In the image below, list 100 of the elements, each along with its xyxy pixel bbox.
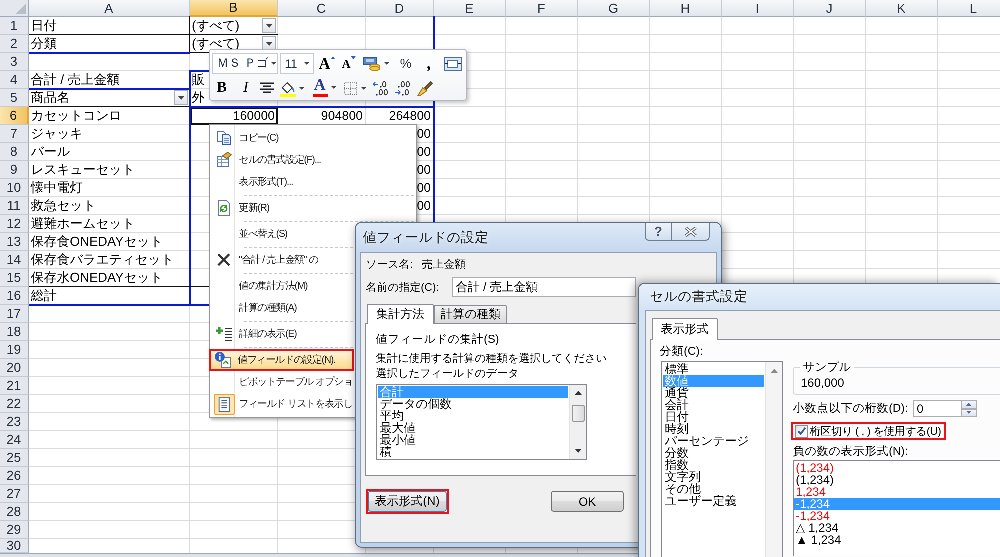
list-item[interactable]: 標準 [663,363,764,375]
list-item[interactable]: 通貨 [663,387,764,399]
menu-item[interactable]: セルの書式設定(F)... [212,149,414,171]
list-item[interactable]: 平均 [378,410,568,422]
row-header[interactable]: 1 [0,17,29,35]
list-item[interactable]: 指数 [663,459,764,471]
row-header[interactable]: 28 [0,503,29,521]
row-header[interactable]: 21 [0,377,29,395]
list-item[interactable]: ユーザー定義 [663,495,764,507]
row-header[interactable]: 8 [0,143,29,161]
list-item[interactable]: (1,234) [794,474,1000,486]
list-item[interactable]: 文字列 [663,471,764,483]
percent-style-button[interactable]: % [396,53,416,74]
tab[interactable]: 計算の種類 [434,305,507,323]
row-header[interactable]: 15 [0,269,29,287]
column-header[interactable]: F [506,0,578,17]
row-header[interactable]: 4 [0,71,29,89]
row-header[interactable]: 26 [0,467,29,485]
menu-item[interactable]: 更新(R) [212,197,414,219]
row-header[interactable]: 13 [0,233,29,251]
checkbox-label[interactable]: 桁区切り ( , ) を使用する(U) [810,424,942,438]
row-header[interactable]: 9 [0,161,29,179]
grow-font-button[interactable]: A [317,53,337,74]
list-item[interactable]: -1,234 [794,510,1000,522]
list-item[interactable]: 日付 [663,411,764,423]
scrollbar[interactable] [569,385,586,459]
column-header[interactable]: H [650,0,722,17]
column-header[interactable]: I [722,0,794,17]
row-header[interactable]: 29 [0,521,29,539]
row-header[interactable]: 14 [0,251,29,269]
menu-item[interactable]: 表示形式(T)... [212,171,414,193]
cell-value: 00 [417,180,431,196]
list-item[interactable]: (1,234) [794,462,1000,474]
row-header[interactable]: 2 [0,35,29,53]
decrease-decimal-icon [395,80,411,96]
font-size-dropdown[interactable]: 11 [280,53,314,74]
list-item[interactable]: 最大値 [378,422,568,434]
row-header[interactable]: 6 [0,107,29,125]
column-header[interactable]: G [578,0,650,17]
column-header[interactable]: J [794,0,866,17]
row-header[interactable]: 3 [0,53,29,71]
row-header[interactable]: 10 [0,179,29,197]
italic-button[interactable]: I [236,78,256,99]
dialog-button[interactable]: 表示形式(N) [368,491,447,512]
row-header[interactable]: 30 [0,539,29,553]
row-header[interactable]: 12 [0,215,29,233]
bold-button[interactable]: B [212,78,232,99]
list-item[interactable]: 分数 [663,447,764,459]
list-item[interactable]: パーセンテージ [663,435,764,447]
list-item[interactable]: 時刻 [663,423,764,435]
column-header[interactable]: E [434,0,506,17]
row-header[interactable]: 27 [0,485,29,503]
row-header[interactable]: 11 [0,197,29,215]
dialog-button[interactable]: OK [551,491,624,512]
dropdown-button[interactable] [262,18,276,33]
list-item[interactable]: 最小値 [378,434,568,446]
shrink-font-button[interactable]: A [339,53,359,74]
scroll-thumb[interactable] [572,404,584,422]
row-header[interactable]: 16 [0,287,29,305]
spin-up-button[interactable] [961,400,977,408]
list-item[interactable]: データの個数 [378,398,568,410]
font-name-dropdown[interactable]: ＭＳ Ｐゴ [212,53,278,74]
menu-item[interactable]: コピー(C) [212,127,414,149]
scrollbar[interactable] [765,362,782,557]
comma-style-button[interactable]: , [420,53,438,74]
checkbox[interactable] [795,424,808,438]
column-header[interactable]: B [190,0,278,17]
tab[interactable]: 集計方法 [367,304,434,324]
tab[interactable]: 表示形式 [652,318,718,340]
row-header[interactable]: 24 [0,431,29,449]
row-header[interactable]: 20 [0,359,29,377]
row-header[interactable]: 23 [0,413,29,431]
selected-cell[interactable]: 160000 [190,107,278,125]
column-header[interactable]: D [366,0,434,17]
list-item[interactable]: 1,234 [794,486,1000,498]
name-field[interactable]: 合計 / 売上金額 [452,277,636,297]
decimal-places-field[interactable]: 0 [913,400,961,417]
list-item[interactable]: ▲ 1,234 [794,534,1000,546]
row-header[interactable]: 5 [0,89,29,107]
close-button[interactable] [672,223,710,241]
column-header[interactable]: K [866,0,938,17]
row-header[interactable]: 25 [0,449,29,467]
column-header[interactable]: C [278,0,366,17]
list-item[interactable]: その他 [663,483,764,495]
dropdown-button[interactable] [174,90,188,105]
help-button[interactable]: ? [645,223,672,241]
column-header[interactable]: L [938,0,1000,17]
list-item[interactable]: 会計 [663,399,764,411]
caret-icon [384,62,390,65]
row-header[interactable]: 19 [0,341,29,359]
row-header[interactable]: 7 [0,125,29,143]
font-color-button[interactable]: A [309,78,340,99]
row-header[interactable]: 17 [0,305,29,323]
row-item-label: 保存食ONEDAYセット [31,234,163,250]
row-header[interactable]: 22 [0,395,29,413]
column-header[interactable]: A [29,0,190,17]
list-item[interactable]: 積 [378,446,568,458]
menu-item[interactable]: 値フィールドの設定(N). [209,349,354,371]
list-item[interactable]: △ 1,234 [794,522,1000,534]
row-header[interactable]: 18 [0,323,29,341]
